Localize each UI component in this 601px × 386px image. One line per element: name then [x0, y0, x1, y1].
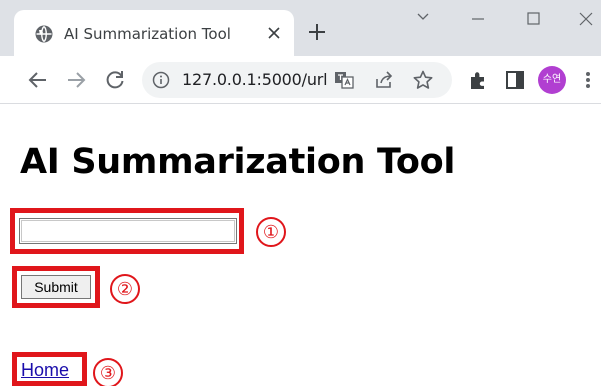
annotation-marker-1: ①	[256, 217, 286, 247]
browser-toolbar: 127.0.0.1:5000/url 수연	[0, 56, 601, 104]
translate-icon[interactable]	[334, 70, 354, 90]
url-text[interactable]: 127.0.0.1:5000/url	[182, 70, 328, 90]
info-icon[interactable]	[152, 71, 170, 89]
profile-avatar[interactable]: 수연	[538, 66, 566, 94]
tab-strip: AI Summarization Tool	[0, 0, 601, 56]
tab-title: AI Summarization Tool	[64, 25, 231, 43]
url-input[interactable]	[19, 218, 237, 244]
plus-icon[interactable]	[305, 20, 329, 44]
annotation-marker-3: ③	[93, 358, 123, 386]
submit-button[interactable]: Submit	[21, 275, 91, 299]
extensions-icon[interactable]	[466, 68, 490, 92]
tab-close-button[interactable]	[264, 22, 284, 44]
home-link[interactable]: Home	[21, 359, 69, 381]
forward-icon[interactable]	[64, 68, 88, 92]
share-icon[interactable]	[374, 70, 394, 90]
chevron-down-icon[interactable]	[403, 6, 443, 32]
page-title: AI Summarization Tool	[20, 142, 456, 182]
close-icon	[268, 27, 280, 39]
maximize-icon[interactable]	[513, 6, 553, 32]
tab-active[interactable]: AI Summarization Tool	[14, 10, 294, 56]
back-icon[interactable]	[26, 68, 50, 92]
annotation-marker-2: ②	[110, 274, 140, 304]
address-bar[interactable]: 127.0.0.1:5000/url	[142, 62, 452, 98]
side-panel-icon[interactable]	[503, 68, 527, 92]
menu-icon[interactable]	[580, 68, 596, 92]
star-icon[interactable]	[412, 69, 434, 91]
window-close-icon[interactable]	[566, 6, 601, 32]
reload-icon[interactable]	[103, 68, 127, 92]
globe-icon	[35, 25, 53, 43]
minimize-icon[interactable]	[458, 6, 498, 32]
